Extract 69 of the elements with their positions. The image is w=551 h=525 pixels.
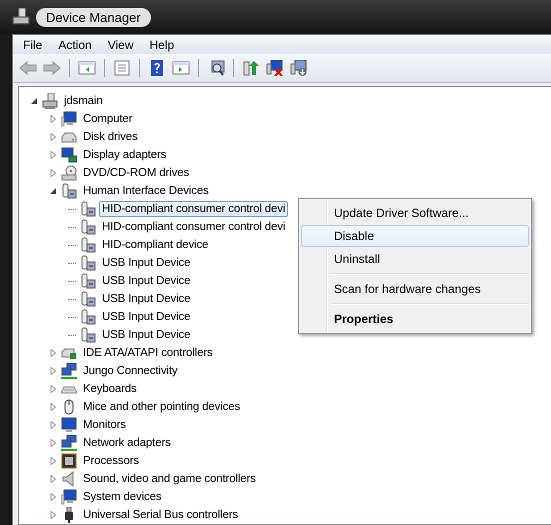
expand-arrow-icon[interactable] — [49, 439, 57, 447]
expand-arrow-icon[interactable] — [49, 457, 57, 465]
usb-device-icon — [80, 291, 96, 307]
usb-device-icon — [80, 309, 96, 325]
usb-device-icon — [80, 201, 96, 217]
tree-item[interactable]: HID-compliant device — [99, 237, 212, 253]
collapse-arrow-icon[interactable] — [30, 97, 38, 105]
computer-icon — [12, 8, 30, 26]
tree-item[interactable]: IDE ATA/ATAPI controllers — [80, 345, 216, 361]
expand-arrow-icon[interactable] — [49, 385, 57, 393]
menu-item[interactable]: Help — [142, 38, 182, 52]
optical-drive-icon — [61, 165, 77, 181]
tree-item[interactable]: Network adapters — [80, 435, 174, 451]
tree-item[interactable]: Universal Serial Bus controllers — [80, 507, 241, 523]
usb-device-icon — [61, 183, 77, 199]
tree-item[interactable]: Computer — [80, 111, 136, 127]
usb-device-icon — [80, 327, 96, 343]
menu-item[interactable]: File — [15, 38, 50, 52]
monitor-icon — [61, 111, 77, 127]
tree-item[interactable]: USB Input Device — [99, 291, 194, 307]
usb-device-icon — [80, 237, 96, 253]
expand-arrow-icon[interactable] — [49, 421, 57, 429]
menu-item[interactable]: Disable — [301, 225, 529, 247]
tree-item[interactable]: Mice and other pointing devices — [80, 399, 244, 415]
network-icon — [61, 363, 77, 379]
tree-item[interactable]: Display adapters — [80, 147, 170, 163]
tree-item[interactable]: Processors — [80, 453, 142, 469]
menu-item[interactable]: View — [100, 38, 142, 52]
usb-device-icon — [80, 219, 96, 235]
tree-item[interactable]: Jungo Connectivity — [80, 363, 180, 379]
expand-arrow-icon[interactable] — [49, 169, 57, 177]
usb-device-icon — [80, 255, 96, 271]
tree-item[interactable]: USB Input Device — [99, 255, 194, 271]
tree-item[interactable]: HID-compliant consumer control devi — [99, 201, 288, 217]
tree-item[interactable]: Human Interface Devices — [80, 183, 212, 199]
usb-device-icon — [80, 273, 96, 289]
tree-item[interactable]: Keyboards — [80, 381, 140, 397]
expand-arrow-icon[interactable] — [49, 493, 57, 501]
expand-arrow-icon[interactable] — [49, 367, 57, 375]
monitor-icon — [61, 489, 77, 505]
tree-item[interactable]: Disk drives — [80, 129, 141, 145]
tree-item[interactable]: DVD/CD-ROM drives — [80, 165, 192, 181]
menu-item[interactable]: Uninstall — [301, 248, 529, 270]
expand-arrow-icon[interactable] — [49, 115, 57, 123]
expand-arrow-icon[interactable] — [49, 511, 57, 519]
tree-item[interactable]: HID-compliant consumer control devi — [99, 219, 288, 235]
chip-icon — [61, 453, 77, 469]
window-title: Device Manager — [36, 8, 151, 26]
menu-item[interactable]: Scan for hardware changes — [301, 278, 529, 300]
collapse-arrow-icon[interactable] — [49, 187, 57, 195]
expand-arrow-icon[interactable] — [49, 403, 57, 411]
network-icon — [61, 435, 77, 451]
expand-arrow-icon[interactable] — [49, 349, 57, 357]
menu-item[interactable]: Action — [50, 38, 100, 52]
menu-item[interactable]: Update Driver Software... — [301, 202, 529, 224]
monitor-icon — [61, 417, 77, 433]
tree-item[interactable]: jdsmain — [61, 93, 106, 109]
expand-arrow-icon[interactable] — [49, 475, 57, 483]
expand-arrow-icon[interactable] — [49, 151, 57, 159]
expand-arrow-icon[interactable] — [49, 133, 57, 141]
computer-icon — [42, 93, 58, 109]
tree-item[interactable]: USB Input Device — [99, 273, 194, 289]
tree-item[interactable]: USB Input Device — [99, 309, 194, 325]
tree-item[interactable]: System devices — [80, 489, 164, 505]
tree-item[interactable]: USB Input Device — [99, 327, 194, 343]
display-adapter-icon — [61, 147, 77, 163]
tree-item[interactable]: Monitors — [80, 417, 129, 433]
menu-item[interactable]: Properties — [301, 308, 529, 330]
tree-item[interactable]: Sound, video and game controllers — [80, 471, 259, 487]
